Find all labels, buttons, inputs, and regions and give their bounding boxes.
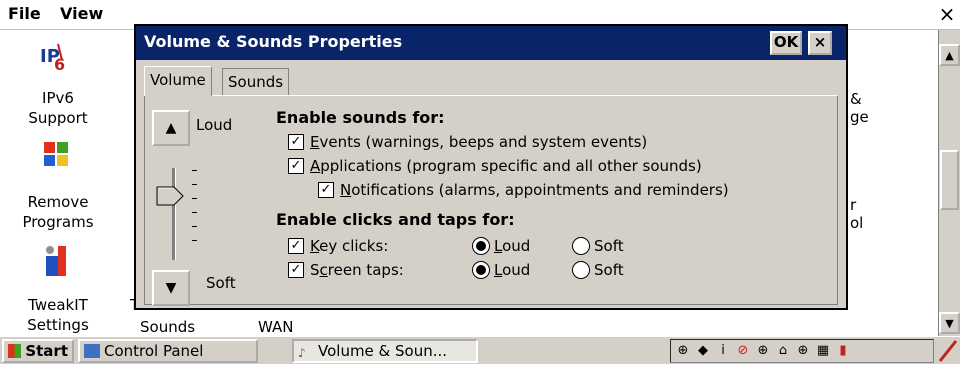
dialog-title: Volume & Sounds Properties <box>144 32 403 51</box>
wireless-off-icon[interactable]: ⊘ <box>735 343 751 359</box>
app-close-button[interactable]: × <box>936 4 958 26</box>
system-tray: ⊕ ◆ i ⊘ ⊕ ⌂ ⊕ ▦ ▮ <box>670 339 934 363</box>
key-clicks-checkbox[interactable]: ✓ <box>288 238 304 254</box>
info-icon[interactable]: i <box>715 343 731 359</box>
ipv6-label-1: IPv6 <box>42 89 74 107</box>
volume-slider-track[interactable] <box>172 168 176 260</box>
slider-tick <box>192 184 197 185</box>
lock-icon[interactable]: ⌂ <box>775 343 791 359</box>
keyboard-icon[interactable]: ▦ <box>815 343 831 359</box>
vertical-scrollbar[interactable]: ▲ ▼ <box>938 30 960 336</box>
notifications-checkbox[interactable]: ✓ <box>318 182 334 198</box>
key-clicks-loud-radio[interactable] <box>472 237 490 255</box>
bg-wan-label: WAN <box>258 318 294 336</box>
slider-tick <box>192 198 197 199</box>
pen-icon[interactable] <box>938 339 958 363</box>
tab-panel <box>144 95 838 305</box>
dialog-close-button[interactable]: × <box>808 31 832 55</box>
volume-up-button[interactable]: ▲ <box>152 110 190 146</box>
applications-checkbox[interactable]: ✓ <box>288 158 304 174</box>
remove-programs-icon[interactable] <box>40 138 72 172</box>
control-panel-icon <box>84 344 100 358</box>
network-2-icon[interactable]: ⊕ <box>755 343 771 359</box>
taskbar: Start Control Panel ♪ Volume & Soun... ⊕… <box>0 336 960 364</box>
speaker-icon: ♪ <box>298 346 306 360</box>
tab-sounds[interactable]: Sounds <box>222 68 290 96</box>
bg-fragment-ol: ol <box>850 214 864 232</box>
notifications-label: Notifications (alarms, appointments and … <box>340 181 729 199</box>
tweakit-label-2: Settings <box>27 316 89 334</box>
svg-text:6: 6 <box>54 55 65 72</box>
network-icon[interactable]: ⊕ <box>675 343 691 359</box>
start-label: Start <box>25 342 68 360</box>
events-label: Events (warnings, beeps and system event… <box>310 133 648 151</box>
key-clicks-loud-label: Loud <box>494 237 531 255</box>
bg-sounds-label: Sounds <box>140 318 196 336</box>
tweakit-icon[interactable] <box>40 242 72 280</box>
slider-tick <box>192 240 197 241</box>
volume-sounds-dialog: Volume & Sounds Properties OK × Volume S… <box>134 24 848 310</box>
start-button[interactable]: Start <box>2 339 74 363</box>
remove-programs-label-2: Programs <box>22 213 94 231</box>
screen-taps-loud-label: Loud <box>494 261 531 279</box>
enable-sounds-heading: Enable sounds for: <box>276 108 445 127</box>
key-clicks-soft-radio[interactable] <box>572 237 590 255</box>
taskbar-control-panel[interactable]: Control Panel <box>78 339 258 363</box>
bg-fragment-r: r <box>850 196 857 214</box>
ipv6-icon[interactable]: IP 6 <box>40 40 70 74</box>
slider-tick <box>192 170 197 171</box>
scroll-down-button[interactable]: ▼ <box>939 312 960 334</box>
scroll-up-button[interactable]: ▲ <box>939 44 960 66</box>
volume-down-button[interactable]: ▼ <box>152 270 190 306</box>
scroll-thumb[interactable] <box>940 150 959 210</box>
ok-button[interactable]: OK <box>770 31 802 55</box>
screen-taps-soft-radio[interactable] <box>572 261 590 279</box>
menu-view[interactable]: View <box>58 2 105 26</box>
bg-fragment-ge: ge <box>850 108 869 126</box>
slider-tick <box>192 226 197 227</box>
key-clicks-soft-label: Soft <box>594 237 624 255</box>
dialog-title-bar[interactable]: Volume & Sounds Properties OK × <box>136 26 846 60</box>
battery-icon[interactable]: ▮ <box>835 343 851 359</box>
bg-fragment-amp: & <box>850 90 862 108</box>
ipv6-label-2: Support <box>28 109 88 127</box>
taskbar-volume-sounds[interactable]: ♪ Volume & Soun... <box>292 339 478 363</box>
connection-icon[interactable]: ◆ <box>695 343 711 359</box>
screen-taps-label: Screen taps: <box>310 261 404 279</box>
menu-file[interactable]: File <box>6 2 43 26</box>
windows-flag-icon <box>8 344 22 358</box>
screen-taps-soft-label: Soft <box>594 261 624 279</box>
remove-programs-label-1: Remove <box>27 193 89 211</box>
screen-taps-loud-radio[interactable] <box>472 261 490 279</box>
soft-label: Soft <box>206 274 236 292</box>
tweakit-label-1: TweakIT <box>28 296 88 314</box>
volume-slider-thumb[interactable] <box>156 186 184 206</box>
loud-label: Loud <box>196 116 233 134</box>
control-panel-label: Control Panel <box>104 342 204 360</box>
key-clicks-label: Key clicks: <box>310 237 389 255</box>
tab-volume[interactable]: Volume <box>144 66 212 96</box>
active-task-label: Volume & Soun... <box>318 342 448 360</box>
applications-label: Applications (program specific and all o… <box>310 157 702 175</box>
slider-tick <box>192 212 197 213</box>
screen-taps-checkbox[interactable]: ✓ <box>288 262 304 278</box>
network-3-icon[interactable]: ⊕ <box>795 343 811 359</box>
events-checkbox[interactable]: ✓ <box>288 134 304 150</box>
enable-clicks-heading: Enable clicks and taps for: <box>276 210 515 229</box>
